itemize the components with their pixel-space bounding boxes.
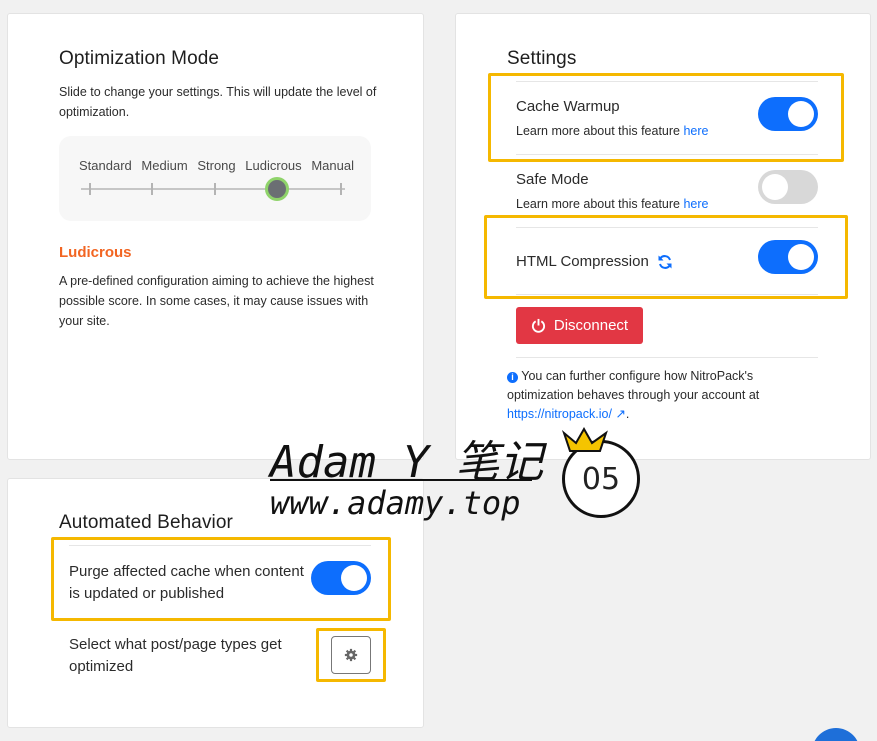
optimization-mode-description: Slide to change your settings. This will… [59, 85, 377, 119]
disconnect-label: Disconnect [553, 317, 629, 334]
external-link-icon[interactable]: ↗ [615, 407, 625, 421]
post-types-label: Select what post/page types get optimize… [69, 636, 282, 675]
level-medium[interactable]: Medium [141, 158, 187, 173]
slider-tick [214, 183, 216, 195]
watermark-url: www.adamy.top [270, 484, 521, 522]
level-manual[interactable]: Manual [311, 158, 354, 173]
disconnect-button[interactable]: Disconnect [516, 307, 643, 344]
info-icon: i [507, 372, 518, 383]
level-strong[interactable]: Strong [197, 158, 235, 173]
badge-number: 05 [581, 461, 621, 497]
automated-behavior-title: Automated Behavior [59, 512, 233, 533]
crown-icon [562, 426, 608, 452]
safe-mode-help: Learn more about this feature here [516, 197, 709, 211]
help-widget-icon[interactable] [812, 728, 860, 741]
selected-level-title: Ludicrous [59, 244, 132, 261]
info-note: i You can further configure how NitroPac… [507, 369, 760, 421]
highlight-box [51, 537, 391, 621]
optimization-mode-title: Optimization Mode [59, 48, 220, 69]
safe-mode-label: Safe Mode [516, 171, 589, 188]
info-text: You can further configure how NitroPack'… [507, 369, 760, 402]
level-standard[interactable]: Standard [79, 158, 132, 173]
slider-labels: Standard Medium Strong Ludicrous Manual [79, 158, 354, 173]
settings-title: Settings [507, 48, 577, 69]
slider-handle[interactable] [265, 177, 289, 201]
safe-mode-link[interactable]: here [683, 197, 708, 211]
safe-mode-help-text: Learn more about this feature [516, 197, 680, 211]
nitropack-link[interactable]: https://nitropack.io/ [507, 407, 612, 421]
slider-tick [89, 183, 91, 195]
highlight-box [316, 628, 386, 682]
slider-tick [151, 183, 153, 195]
safe-mode-toggle[interactable] [758, 170, 818, 204]
slider-track[interactable] [81, 183, 345, 195]
highlight-box [484, 215, 848, 299]
watermark-underline [270, 479, 532, 481]
power-icon [531, 318, 546, 333]
divider [516, 357, 818, 358]
optimization-slider[interactable]: Standard Medium Strong Ludicrous Manual [59, 136, 371, 221]
level-ludicrous[interactable]: Ludicrous [245, 158, 301, 173]
optimization-mode-card [7, 13, 424, 460]
slider-tick [340, 183, 342, 195]
selected-level-description: A pre-defined configuration aiming to ac… [59, 274, 374, 328]
toggle-knob [762, 174, 788, 200]
highlight-box [488, 73, 844, 162]
